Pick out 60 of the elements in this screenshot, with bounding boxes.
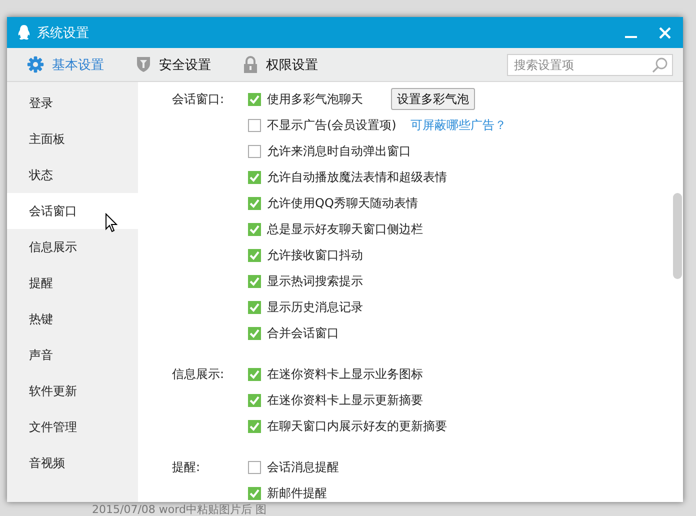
close-icon[interactable] [659, 26, 671, 38]
sidebar-item[interactable]: 声音 [7, 337, 138, 373]
checkbox[interactable] [248, 222, 261, 236]
sidebar-item[interactable]: 会话窗口 [7, 193, 138, 229]
gear-icon [27, 56, 44, 73]
sidebar-item[interactable]: 主面板 [7, 121, 138, 157]
sidebar-item[interactable]: 提醒 [7, 265, 138, 301]
checkbox[interactable] [248, 196, 261, 210]
checkbox[interactable] [248, 460, 261, 474]
option-label: 使用多彩气泡聊天 [267, 90, 363, 108]
checkbox[interactable] [248, 326, 261, 340]
checkbox[interactable] [248, 486, 261, 500]
option-label: 会话消息提醒 [267, 458, 339, 476]
option-label: 新邮件提醒 [267, 484, 327, 502]
section-label: 信息展示: [172, 367, 224, 381]
option-label: 允许接收窗口抖动 [267, 246, 363, 264]
bubble-settings-button[interactable]: 设置多彩气泡 [391, 88, 475, 110]
settings-tab[interactable]: 安全设置 [136, 56, 211, 74]
checkbox[interactable] [248, 92, 261, 106]
sidebar-item[interactable]: 文件管理 [7, 409, 138, 445]
checkbox[interactable] [248, 170, 261, 184]
checkbox[interactable] [248, 274, 261, 288]
checkbox[interactable] [248, 144, 261, 158]
option-label: 在迷你资料卡上显示更新摘要 [267, 392, 423, 408]
sidebar-item[interactable]: 登录 [7, 85, 138, 121]
section-label: 会话窗口: [172, 92, 224, 106]
search-field[interactable]: 搜索设置项 [507, 54, 673, 76]
option-label: 显示热词搜索提示 [267, 272, 363, 290]
lock-icon [243, 56, 258, 73]
option-label: 允许来消息时自动弹出窗口 [267, 142, 411, 160]
scrollbar-thumb[interactable] [673, 193, 682, 279]
sidebar-item[interactable]: 软件更新 [7, 373, 138, 409]
option-label: 总是显示好友聊天窗口侧边栏 [267, 220, 423, 238]
option-label: 允许自动播放魔法表情和超级表情 [267, 168, 447, 186]
checkbox[interactable] [248, 368, 261, 380]
checkbox[interactable] [248, 394, 261, 406]
option-label: 显示历史消息记录 [267, 298, 363, 316]
window-title: 系统设置 [37, 24, 89, 42]
sidebar-item[interactable]: 音视频 [7, 445, 138, 481]
sidebar-item[interactable]: 热键 [7, 301, 138, 337]
background-text: 2015/07/08 word中粘贴图片后 图 [92, 503, 266, 516]
option-label: 允许使用QQ秀聊天随动表情 [267, 194, 418, 212]
ads-help-link[interactable]: 可屏蔽哪些广告？ [410, 116, 506, 134]
sidebar-item[interactable]: 信息展示 [7, 229, 138, 265]
penguin-logo-icon [17, 24, 31, 40]
shield-icon [136, 56, 151, 73]
checkbox[interactable] [248, 300, 261, 314]
option-label: 在聊天窗口内展示好友的更新摘要 [267, 418, 447, 434]
option-label: 在迷你资料卡上显示业务图标 [267, 366, 423, 382]
section-label: 提醒: [172, 460, 200, 474]
checkbox[interactable] [248, 248, 261, 262]
cursor-icon [105, 213, 118, 233]
settings-tab[interactable]: 权限设置 [243, 56, 318, 74]
option-label: 合并会话窗口 [267, 324, 339, 342]
checkbox[interactable] [248, 420, 261, 432]
settings-tab[interactable]: 基本设置 [27, 56, 104, 74]
sidebar-item[interactable]: 状态 [7, 157, 138, 193]
checkbox[interactable] [248, 118, 261, 132]
search-icon [652, 56, 668, 72]
option-label: 不显示广告(会员设置项) [267, 116, 396, 134]
